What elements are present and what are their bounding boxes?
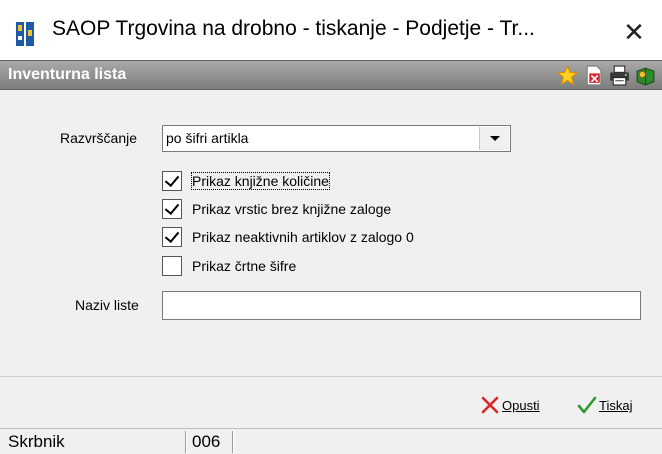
- chevron-down-icon: [490, 136, 500, 141]
- star-icon[interactable]: [557, 65, 578, 86]
- list-name-label: Naziv liste: [75, 297, 139, 313]
- app-icon: [16, 22, 34, 46]
- checkbox-rows-without-stock[interactable]: [162, 199, 182, 219]
- checkbox-barcode[interactable]: [162, 256, 182, 276]
- status-separator: [232, 431, 234, 453]
- help-book-icon[interactable]: [635, 65, 656, 86]
- checkbox-book-quantity[interactable]: [162, 171, 182, 191]
- checkmark-icon: [577, 396, 597, 414]
- window-title: SAOP Trgovina na drobno - tiskanje - Pod…: [52, 17, 535, 40]
- close-icon[interactable]: ✕: [616, 14, 652, 50]
- list-name-input[interactable]: [162, 291, 641, 320]
- option-inactive-items-label: Prikaz neaktivnih artiklov z zalogo 0: [192, 229, 414, 245]
- print-button-label: Tiskaj: [599, 398, 633, 413]
- cancel-x-icon: [481, 396, 499, 414]
- form-title: Inventurna lista: [8, 66, 127, 83]
- status-separator: [185, 431, 187, 453]
- cancel-button-label: Opusti: [502, 398, 540, 413]
- option-book-quantity-label: Prikaz knjižne količine: [191, 172, 330, 190]
- option-rows-without-stock-label: Prikaz vrstic brez knjižne zaloge: [192, 201, 392, 217]
- option-barcode-label: Prikaz črtne šifre: [192, 258, 297, 274]
- print-icon[interactable]: [609, 65, 630, 86]
- sort-select-value: po šifri artikla: [166, 130, 249, 146]
- window-titlebar: SAOP Trgovina na drobno - tiskanje - Pod…: [0, 0, 662, 60]
- button-bar: Opusti Tiskaj: [0, 376, 662, 428]
- sort-select[interactable]: po šifri artikla: [162, 125, 511, 152]
- sort-label: Razvrščanje: [60, 130, 138, 146]
- status-bar: Skrbnik 006: [0, 428, 662, 454]
- status-user: Skrbnik: [8, 432, 65, 451]
- checkbox-inactive-items[interactable]: [162, 227, 182, 247]
- form-header: Inventurna lista: [0, 60, 662, 90]
- dropdown-button[interactable]: [479, 127, 509, 150]
- status-code: 006: [192, 432, 221, 451]
- pdf-export-icon[interactable]: [583, 65, 604, 86]
